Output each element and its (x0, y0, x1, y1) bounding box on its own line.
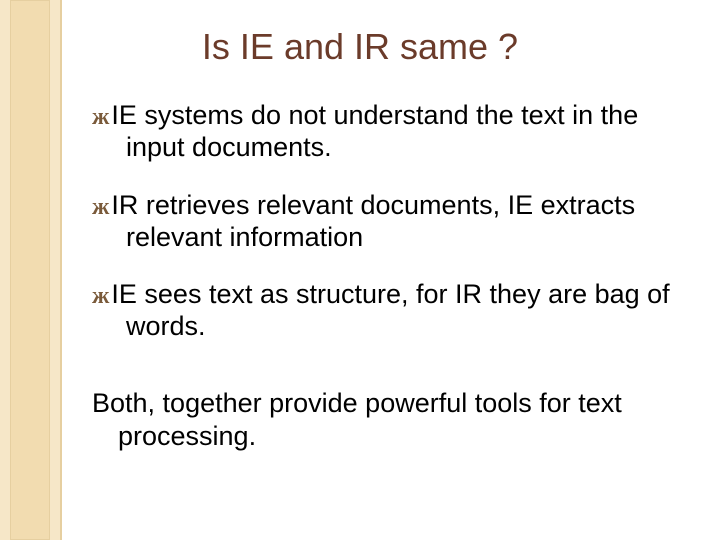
left-decorative-band (0, 0, 66, 540)
bullet-item: жIR retrieves relevant documents, IE ext… (92, 190, 672, 254)
slide: Is IE and IR same ? жIE systems do not u… (0, 0, 720, 540)
bullet-glyph-icon: ж (92, 194, 111, 220)
slide-title: Is IE and IR same ? (0, 26, 720, 68)
slide-body: жIE systems do not understand the text i… (92, 100, 672, 452)
band-inner (10, 0, 50, 540)
closing-text: Both, together provide powerful tools fo… (92, 387, 672, 452)
bullet-item: жIE sees text as structure, for IR they … (92, 279, 672, 343)
bullet-item: жIE systems do not understand the text i… (92, 100, 672, 164)
bullet-glyph-icon: ж (92, 283, 111, 309)
bullet-text: IR retrieves relevant documents, IE extr… (111, 190, 635, 252)
bullet-glyph-icon: ж (92, 104, 111, 130)
bullet-text: IE systems do not understand the text in… (111, 100, 638, 162)
bullet-text: IE sees text as structure, for IR they a… (111, 279, 669, 341)
